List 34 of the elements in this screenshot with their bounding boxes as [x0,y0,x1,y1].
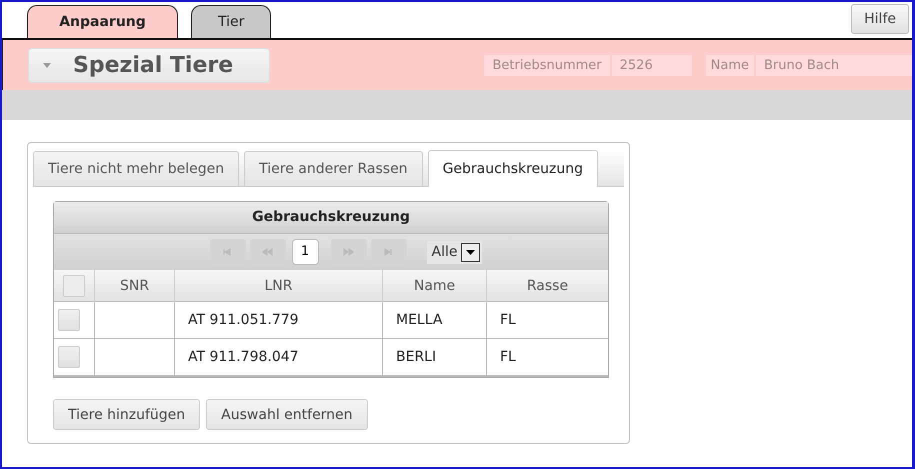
caret-icon [43,62,51,68]
title-dropdown[interactable]: Spezial Tiere [28,48,270,82]
tab[interactable]: Anpaarung [27,5,178,38]
table-cell: BERLI [382,338,486,376]
grid-title: Gebrauchskreuzung [54,202,608,233]
column-header[interactable]: LNR [174,270,382,302]
page-size-select[interactable]: Alle [426,240,482,264]
row-checkbox[interactable] [58,309,80,331]
field-label: Betriebsnummer [484,54,610,76]
table-cell: FL [486,338,608,376]
fast-forward-icon [343,248,354,256]
field-value: 2526 [612,54,692,76]
column-header[interactable]: Name [382,270,486,302]
tab[interactable]: Tiere anderer Rassen [244,151,423,186]
help-button[interactable]: Hilfe [851,4,909,34]
rewind-icon [262,248,273,256]
action-button[interactable]: Auswahl entfernen [206,399,368,430]
table-cell: MELLA [382,302,486,338]
column-header[interactable]: SNR [94,270,174,302]
page-number-field[interactable]: 1 [292,239,318,265]
tab[interactable]: Tier [191,5,272,38]
select-all-checkbox[interactable] [63,274,85,296]
tab[interactable]: Tiere nicht mehr belegen [33,151,240,186]
table-cell: FL [486,302,608,338]
table-cell: AT 911.051.779 [174,302,382,338]
field-label: Name [706,54,754,76]
skip-to-end-icon [383,248,394,256]
tab[interactable]: Gebrauchskreuzung [428,150,598,187]
field-value: Bruno Bach [756,54,912,76]
table-cell: AT 911.798.047 [174,338,382,376]
skip-to-start-icon [222,248,233,256]
action-button[interactable]: Tiere hinzufügen [53,399,200,430]
column-header[interactable]: Rasse [486,270,608,302]
row-checkbox[interactable] [58,346,80,368]
